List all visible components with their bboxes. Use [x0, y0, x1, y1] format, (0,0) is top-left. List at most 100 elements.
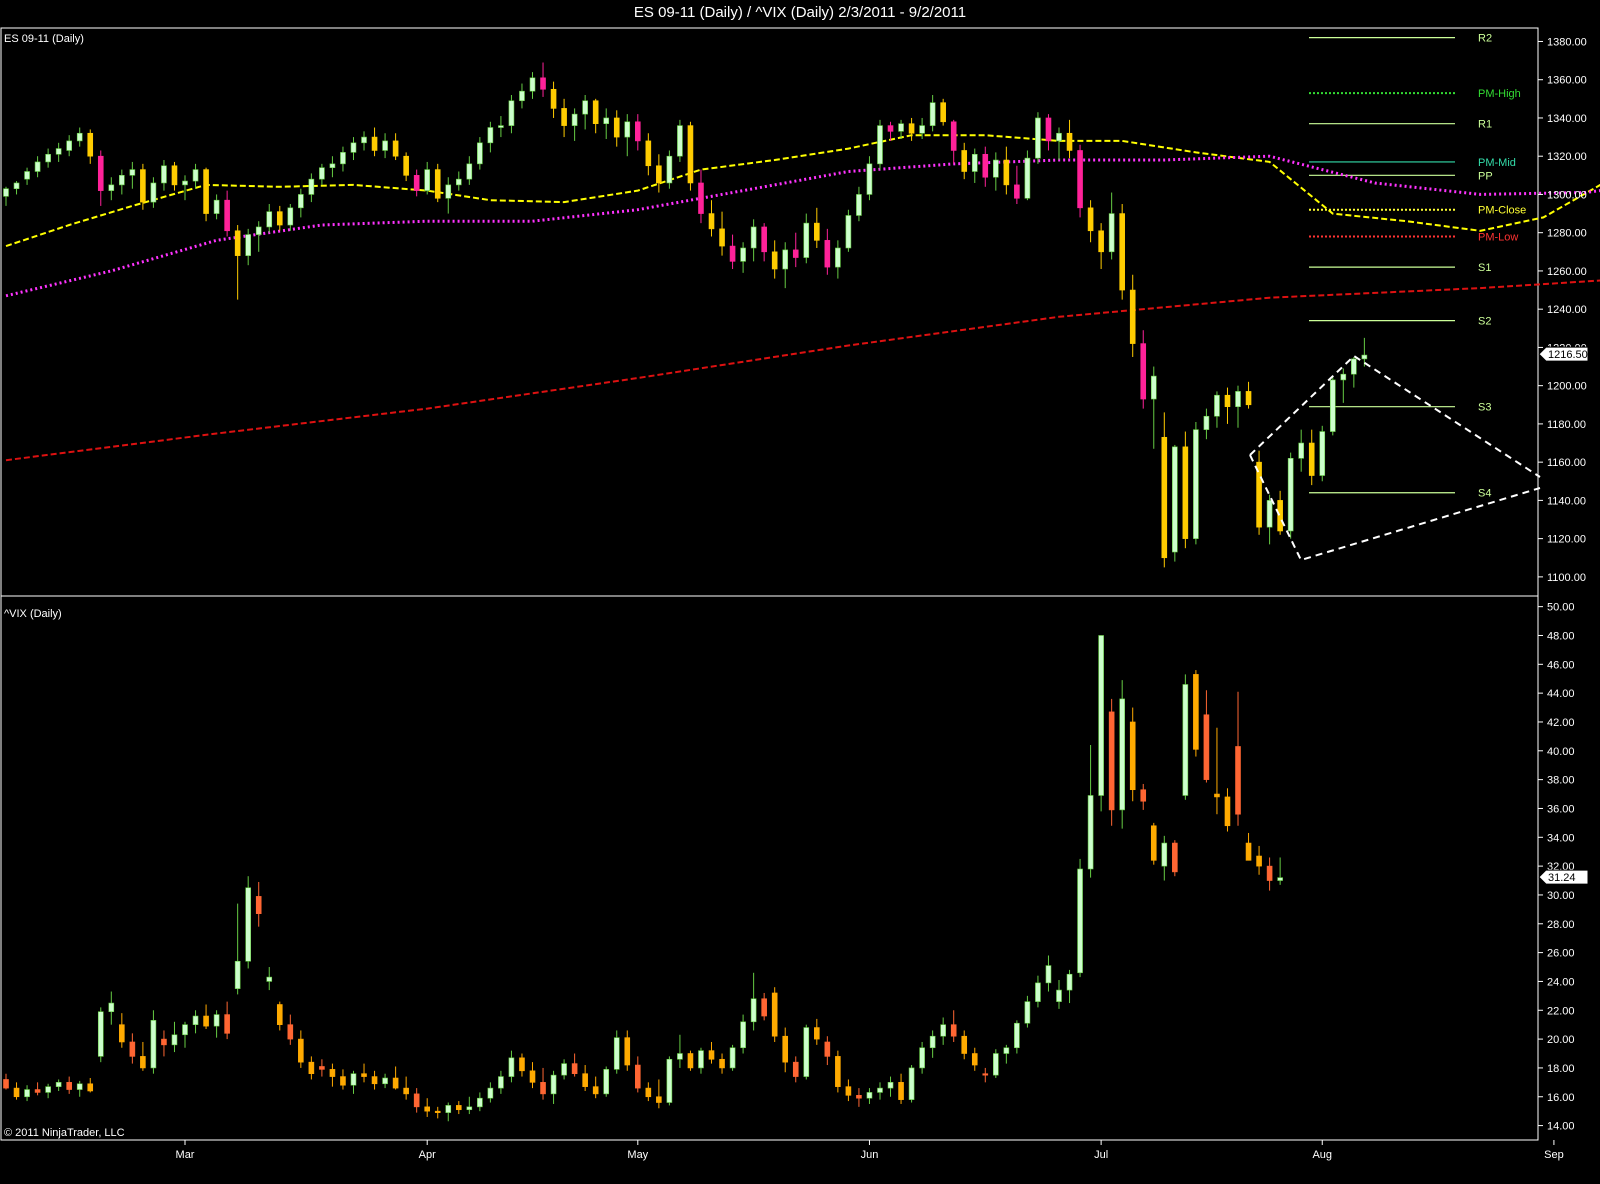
- candle-body: [34, 1089, 41, 1093]
- vix-candle: [792, 1056, 799, 1083]
- candle-body: [1245, 842, 1252, 861]
- candle-body: [866, 1092, 873, 1099]
- vix-candle: [1140, 783, 1147, 810]
- vix-candle: [24, 1085, 30, 1102]
- x-tick-label-aug: Aug: [1312, 1149, 1332, 1161]
- candle-body: [845, 215, 852, 249]
- vix-candle: [87, 1078, 94, 1093]
- candle-body: [1214, 394, 1220, 417]
- candle-body: [255, 226, 262, 235]
- x-tick-label-may: May: [627, 1149, 648, 1161]
- candle-body: [1361, 354, 1368, 360]
- vix-candle: [1056, 979, 1062, 1009]
- candle-body: [161, 165, 167, 184]
- candle-body: [1235, 391, 1241, 407]
- es-candle: [750, 219, 757, 262]
- candle-body: [866, 163, 873, 195]
- vix-candle: [392, 1066, 399, 1090]
- candle-body: [224, 1014, 230, 1034]
- es-y-tick-label: 1100.00: [1547, 572, 1586, 584]
- es-candle: [466, 156, 473, 185]
- es-candle: [298, 188, 304, 218]
- candle-body: [413, 1093, 420, 1108]
- candle-body: [803, 222, 810, 258]
- es-candle: [782, 242, 789, 289]
- candle-body: [1087, 795, 1094, 870]
- candle-body: [887, 1082, 894, 1089]
- candle-body: [1245, 391, 1252, 406]
- vix-candle: [287, 1014, 294, 1045]
- vix-y-tick-label: 24.00: [1547, 976, 1575, 988]
- pivot-label-pm-low: PM-Low: [1478, 232, 1518, 244]
- candle-body: [76, 1083, 83, 1090]
- es-candle: [1245, 381, 1252, 409]
- candle-body: [856, 1095, 862, 1099]
- vix-candle: [129, 1033, 136, 1064]
- candle-body: [477, 1097, 483, 1108]
- candle-body: [634, 1064, 641, 1089]
- es-y-tick-label: 1380.00: [1547, 36, 1587, 48]
- vix-candle: [34, 1082, 41, 1096]
- es-candle: [1214, 391, 1220, 428]
- es-y-tick-label: 1140.00: [1547, 495, 1586, 507]
- vix-y-tick-label: 22.00: [1547, 1005, 1575, 1017]
- candle-body: [571, 113, 578, 126]
- candle-body: [1035, 117, 1041, 159]
- vix-candle: [171, 1021, 178, 1053]
- vix-candle: [1245, 832, 1252, 861]
- candle-body: [993, 1053, 999, 1076]
- candle-body: [350, 142, 357, 153]
- vix-candle: [413, 1088, 420, 1113]
- es-candle: [729, 234, 736, 270]
- candle-body: [45, 153, 51, 163]
- candle-body: [687, 125, 694, 184]
- vix-candle: [403, 1076, 409, 1100]
- candle-body: [845, 1086, 852, 1096]
- vix-y-tick-label: 44.00: [1547, 688, 1575, 700]
- vix-panel[interactable]: [3, 635, 1283, 1122]
- vix-candle: [1108, 698, 1115, 826]
- es-y-tick-label: 1280.00: [1547, 228, 1587, 240]
- es-panel[interactable]: R2 PM-High R1 PM-MidPP PM-Close PM-Low S1 S2 S3 S…: [3, 33, 1600, 568]
- candle-body: [1014, 1022, 1020, 1049]
- candle-body: [1161, 436, 1168, 559]
- candle-body: [540, 1082, 546, 1095]
- candle-body: [1193, 674, 1199, 750]
- es-candle: [687, 121, 694, 191]
- vix-candle: [466, 1096, 473, 1115]
- es-candle: [97, 150, 104, 206]
- candle-body: [582, 1073, 588, 1087]
- es-candle: [698, 169, 704, 224]
- candle-body: [908, 1067, 915, 1100]
- vix-candle: [603, 1066, 610, 1097]
- candle-body: [1108, 711, 1115, 811]
- candle-body: [782, 1035, 789, 1063]
- vix-candle: [213, 1010, 220, 1038]
- candle-body: [3, 1079, 9, 1089]
- candle-body: [1129, 289, 1136, 344]
- candle-body: [1119, 698, 1125, 811]
- candle-body: [1161, 842, 1168, 867]
- candle-body: [571, 1063, 578, 1074]
- es-candle: [971, 148, 978, 183]
- candle-body: [24, 171, 30, 180]
- candle-body: [540, 77, 546, 90]
- candle-body: [245, 234, 251, 256]
- es-last-price-label: 1216.50: [1548, 349, 1588, 361]
- candle-body: [1003, 159, 1010, 186]
- vix-candle: [919, 1041, 925, 1074]
- vix-candle: [498, 1070, 504, 1094]
- vix-y-tick-label: 34.00: [1547, 832, 1575, 844]
- vix-candle: [1161, 835, 1168, 881]
- candle-body: [66, 140, 72, 151]
- candle-body: [403, 155, 409, 176]
- candle-body: [108, 184, 115, 191]
- candle-body: [1172, 446, 1178, 553]
- vix-candle: [750, 972, 757, 1031]
- es-candle: [413, 169, 420, 197]
- vix-panel-frame: [0, 595, 1539, 1141]
- candle-body: [982, 1073, 989, 1076]
- vix-candle: [814, 1018, 820, 1045]
- chart-canvas[interactable]: R2 PM-High R1 PM-MidPP PM-Close PM-Low S1 S2 S3 S…: [0, 0, 1600, 1184]
- es-candle: [940, 98, 946, 126]
